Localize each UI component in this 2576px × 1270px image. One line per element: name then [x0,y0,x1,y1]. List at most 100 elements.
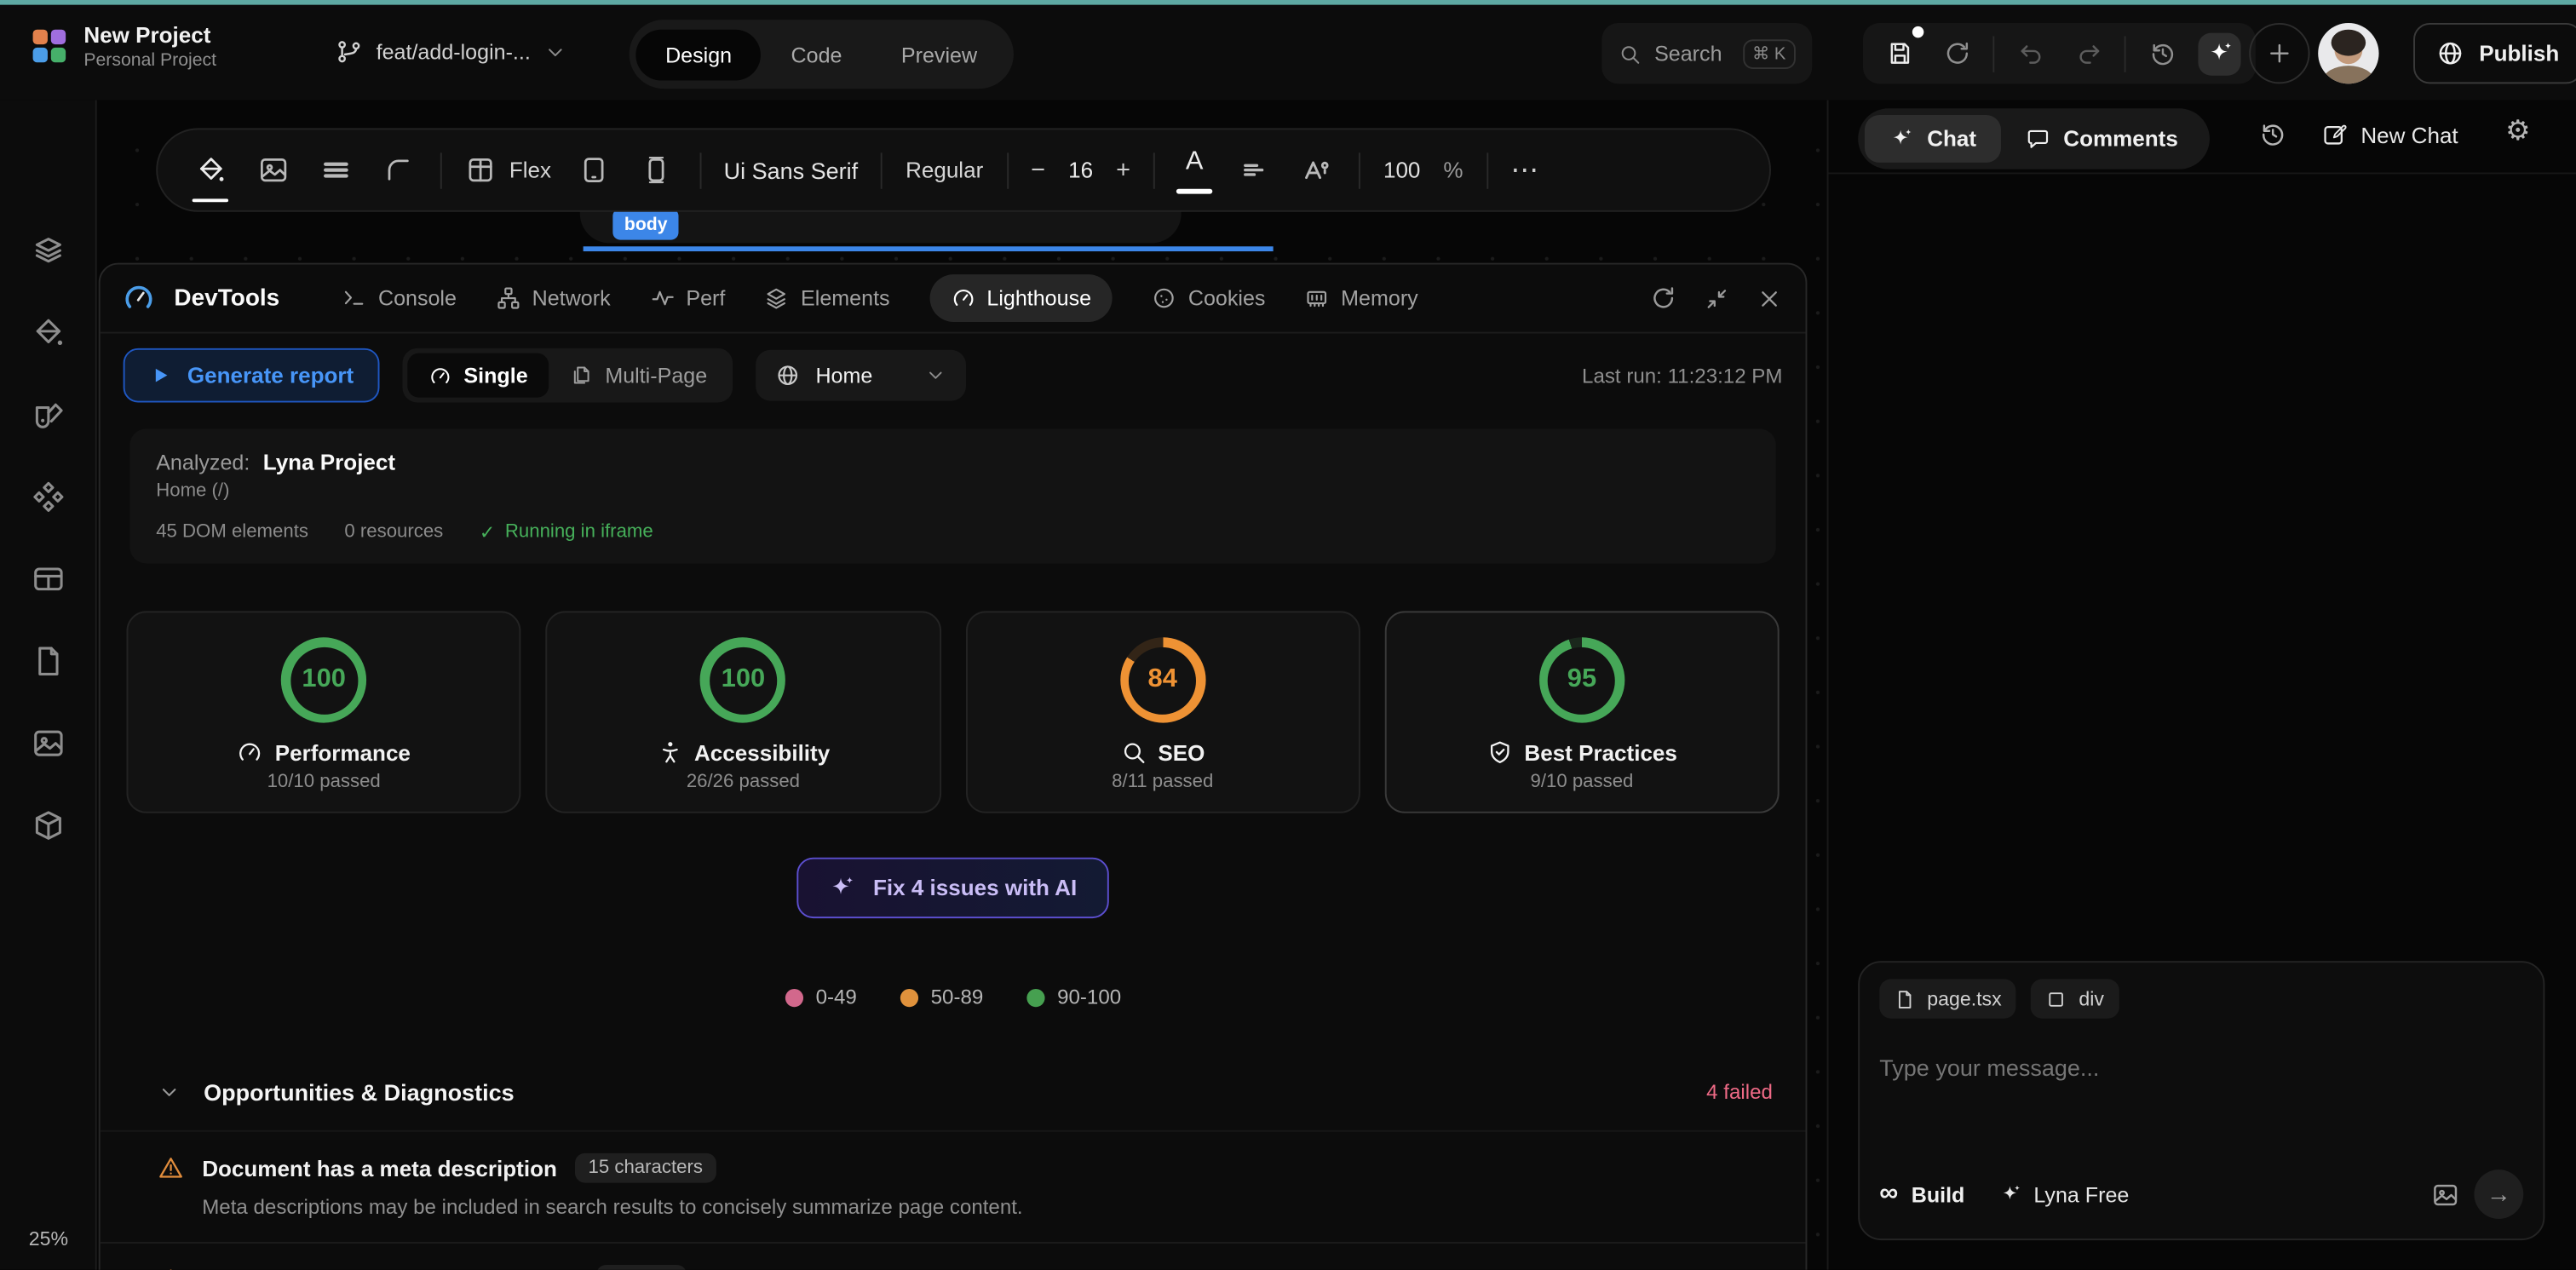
message-input[interactable]: Type your message... [1879,1055,2523,1081]
tab-comments[interactable]: Comments [2001,115,2203,163]
context-chip-file[interactable]: page.tsx [1879,979,2016,1018]
tab-design[interactable]: Design [635,29,761,80]
devtools-tabs: Console Network Perf Elements Lighthouse… [342,274,1418,322]
redo-button[interactable] [2067,32,2109,75]
legend-dot [900,988,917,1006]
project-brand[interactable]: New Project Personal Project [33,23,216,71]
analyzed-label: Analyzed: [156,450,250,474]
tablet-preview-button[interactable] [574,128,613,211]
sidebar-item-components[interactable] [28,476,67,515]
tab-console[interactable]: Console [342,286,457,311]
selected-element-tag[interactable]: body [612,209,679,240]
branch-selector[interactable]: feat/add-login-... [335,37,566,66]
sidebar-item-pages[interactable] [28,641,67,680]
new-chat-button[interactable]: New Chat [2321,122,2458,148]
send-button[interactable]: → [2474,1169,2523,1219]
image-tool-button[interactable] [253,128,292,211]
layout-mode-button[interactable]: Flex [465,154,551,186]
score-cards: 100 Performance 10/10 passed 100 Accessi… [126,611,1779,813]
tab-elements[interactable]: Elements [765,286,890,311]
issue-row-meta-description[interactable]: Document has a meta description 15 chara… [101,1132,1806,1242]
warning-icon [158,1267,184,1270]
attach-image-button[interactable] [2431,1181,2459,1209]
font-weight-select[interactable]: Regular [906,158,983,182]
save-button[interactable] [1877,32,1920,75]
diagnostics-section-header[interactable]: Opportunities & Diagnostics 4 failed [101,1079,1806,1106]
opacity-value[interactable]: 100 [1383,158,1420,182]
font-size-increase-button[interactable]: + [1116,156,1130,184]
text-color-button[interactable]: A [1178,147,1211,193]
warning-icon [158,1155,184,1181]
tab-network[interactable]: Network [496,286,610,311]
globe-icon [2436,39,2464,67]
chat-input-card[interactable]: page.tsx div Type your message... ∞ Buil… [1858,961,2544,1240]
stroke-tool-button[interactable] [315,128,354,211]
devtools-header: DevTools Console Network Perf Elements L… [101,264,1806,333]
score-ring: 84 [1120,637,1205,722]
undo-button[interactable] [2010,32,2052,75]
version-history-button[interactable] [2141,32,2183,75]
refresh-icon[interactable] [1649,284,1677,313]
sidebar-item-fill[interactable] [28,312,67,351]
publish-button[interactable]: Publish [2413,23,2576,83]
tab-memory[interactable]: Memory [1305,286,1418,311]
generate-report-button[interactable]: Generate report [124,348,380,403]
chat-settings-button[interactable]: ⚙ [2505,115,2530,148]
sidebar-item-layers[interactable] [28,230,67,269]
sidebar-item-packages[interactable] [28,805,67,844]
user-avatar[interactable] [2318,23,2378,83]
score-card-seo[interactable]: 84 SEO 8/11 passed [965,611,1360,813]
tab-code[interactable]: Code [762,29,871,80]
failed-count-badge: 4 failed [1706,1081,1773,1104]
legend-dot [785,988,802,1006]
collapse-icon[interactable] [1704,285,1730,312]
tab-preview[interactable]: Preview [871,29,1007,80]
add-button[interactable] [2249,23,2309,83]
chat-history-button[interactable] [2259,120,2287,148]
reload-button[interactable] [1935,32,1978,75]
text-align-button[interactable] [1233,128,1273,211]
opacity-unit: % [1443,158,1463,182]
analyzed-summary-card: Analyzed: Lyna Project Home (/) 45 DOM e… [129,428,1775,563]
tab-cookies[interactable]: Cookies [1152,286,1265,311]
page-select-dropdown[interactable]: Home [756,350,967,401]
font-size-decrease-button[interactable]: − [1031,156,1045,184]
mode-single[interactable]: Single [408,353,549,398]
ai-assistant-button[interactable] [2198,32,2240,75]
sidebar-item-assets[interactable] [28,723,67,762]
project-subtitle: Personal Project [83,51,216,71]
issue-row-rel-canonical[interactable]: Document has a valid rel=canonical Missi… [101,1242,1806,1270]
fix-issues-ai-button[interactable]: Fix 4 issues with AI [797,858,1108,918]
sidebar-item-styles[interactable] [28,394,67,434]
more-options-button[interactable]: ⋯ [1511,153,1539,187]
zoom-level[interactable]: 25% [0,1227,97,1250]
score-card-best-practices[interactable]: 95 Best Practices 9/10 passed [1384,611,1779,813]
context-chip-element[interactable]: div [2031,979,2119,1018]
score-card-performance[interactable]: 100 Performance 10/10 passed [126,611,520,813]
fill-tool-button[interactable] [191,128,230,211]
text-options-button[interactable] [1297,128,1336,211]
devtools-logo-icon [124,283,155,314]
search-input[interactable]: Search ⌘ K [1601,23,1812,83]
model-select[interactable]: Lyna Free [1999,1182,2129,1207]
sparkles-icon [2205,39,2234,67]
history-toolbar [1863,23,2256,83]
sidebar-item-layout[interactable] [28,559,67,598]
tab-chat[interactable]: Chat [1865,115,2001,163]
paint-bucket-icon [31,314,65,348]
mobile-preview-button[interactable] [636,128,676,211]
corner-radius-button[interactable] [378,128,417,211]
tab-lighthouse[interactable]: Lighthouse [929,274,1113,322]
chat-tabs: Chat Comments [1858,108,2209,169]
legend-item: 90-100 [1026,986,1121,1009]
close-icon[interactable] [1757,285,1783,312]
mode-multi-page[interactable]: Multi-Page [549,353,728,398]
gauge-icon [237,739,263,766]
font-family-select[interactable]: Ui Sans Serif [724,157,859,183]
tab-perf[interactable]: Perf [650,286,725,311]
score-card-accessibility[interactable]: 100 Accessibility 26/26 passed [546,611,940,813]
font-size-value[interactable]: 16 [1068,158,1093,182]
undo-icon [2016,39,2044,67]
top-bar: New Project Personal Project feat/add-lo… [0,5,2576,101]
build-mode-button[interactable]: ∞ Build [1879,1180,1964,1210]
